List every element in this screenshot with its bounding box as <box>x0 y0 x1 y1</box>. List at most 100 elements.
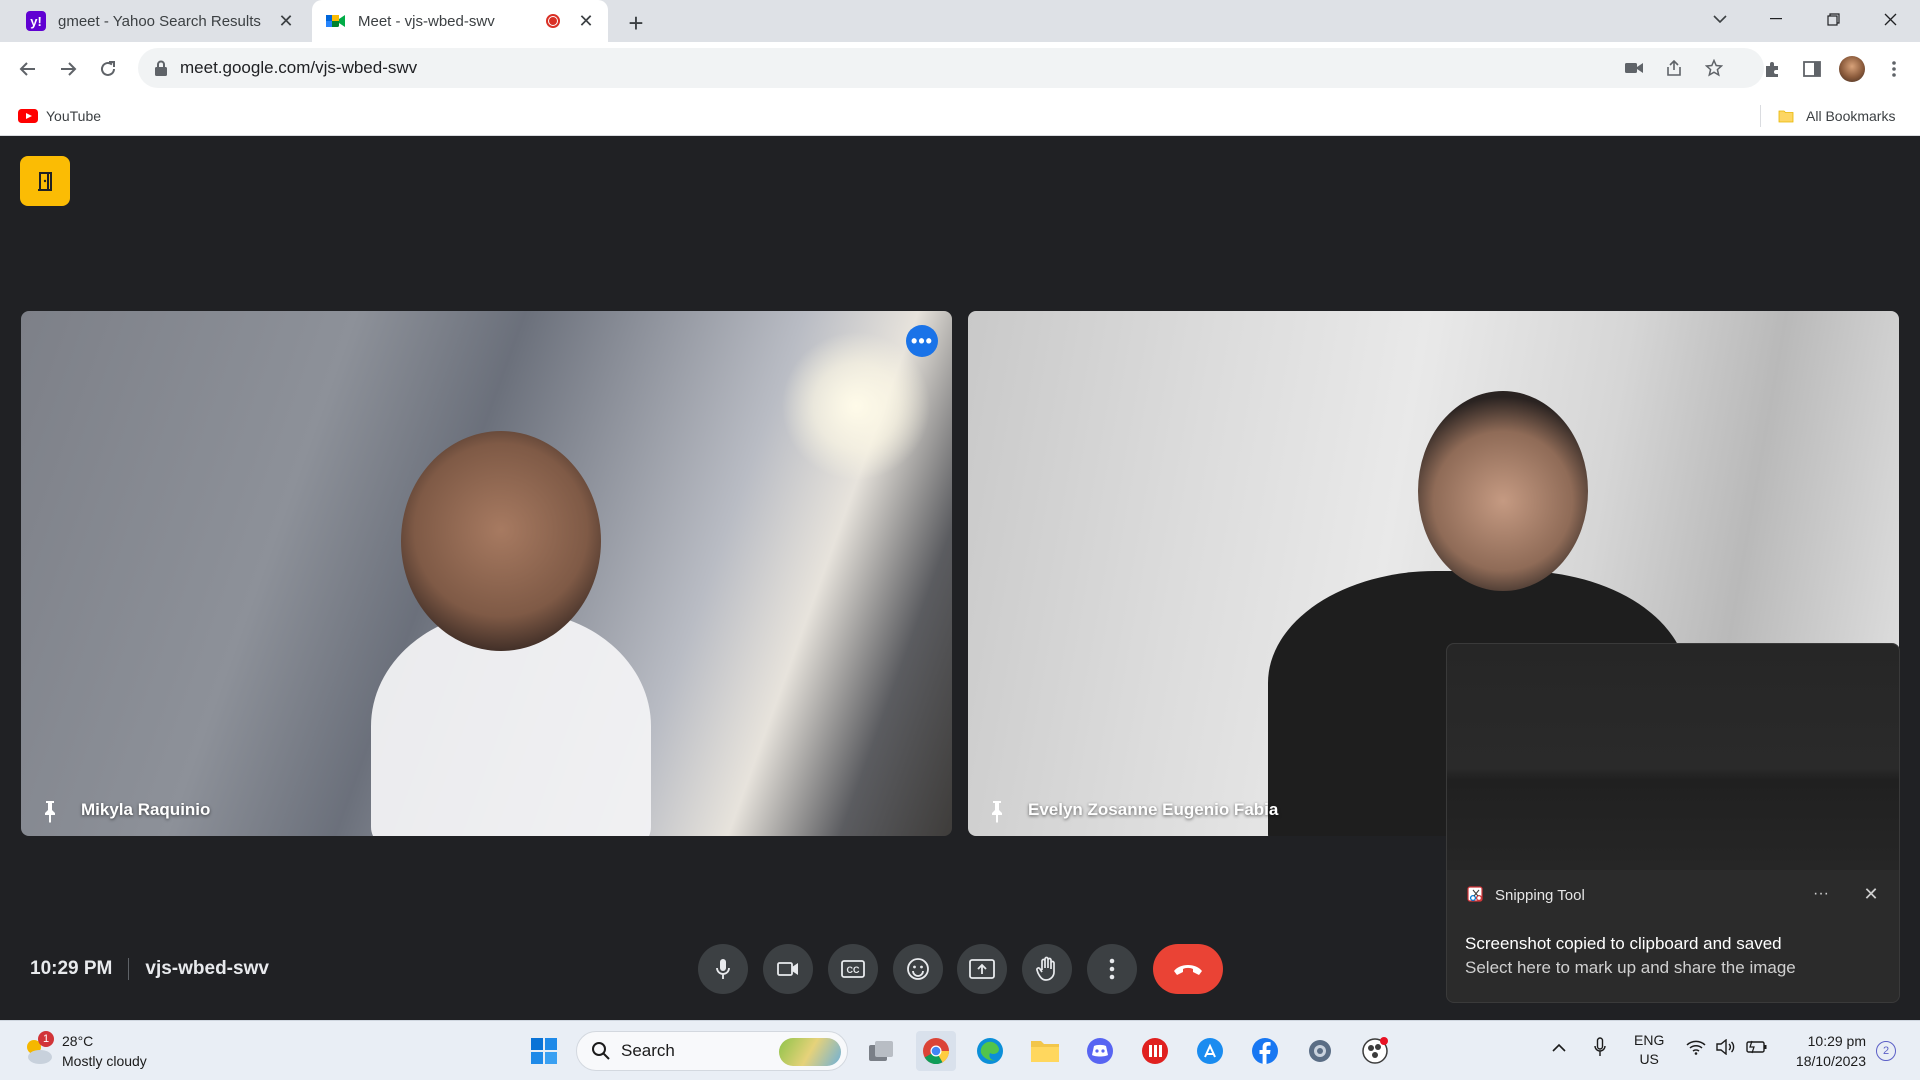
bookmark-label: YouTube <box>46 108 102 124</box>
present-screen-button[interactable] <box>957 944 1007 994</box>
taskbar-search[interactable]: Search <box>576 1031 848 1071</box>
meeting-time: 10:29 PM <box>30 958 113 979</box>
microphone-icon <box>716 959 730 979</box>
more-vert-icon <box>1109 958 1115 980</box>
weather-widget[interactable]: 1 28°C Mostly cloudy <box>22 1031 147 1071</box>
participant-name: Mikyla Raquinio <box>81 800 211 819</box>
captions-button[interactable]: CC <box>828 944 878 994</box>
language-line2: US <box>1639 1051 1659 1067</box>
recording-indicator-icon <box>546 14 560 28</box>
camera-icon <box>777 962 798 976</box>
folder-icon <box>1778 110 1794 123</box>
weather-temperature: 28°C <box>62 1033 94 1049</box>
chrome-icon <box>923 1038 950 1065</box>
back-button[interactable] <box>12 53 44 85</box>
search-highlight-image <box>779 1038 841 1066</box>
search-icon <box>592 1042 610 1060</box>
meeting-code: vjs-wbed-swv <box>145 958 269 979</box>
participant-tile[interactable]: ••• Mikyla Raquinio <box>21 311 952 836</box>
weather-alert-badge: 1 <box>38 1031 54 1047</box>
tab-title: Meet - vjs-wbed-swv <box>358 12 495 30</box>
settings-taskbar-button[interactable] <box>1300 1031 1340 1071</box>
clock-time: 10:29 pm <box>1807 1033 1866 1049</box>
battery-icon[interactable] <box>1746 1040 1768 1057</box>
app-store-icon <box>1197 1038 1223 1064</box>
raise-hand-button[interactable] <box>1022 944 1072 994</box>
tab-search-chevron-icon[interactable] <box>1692 0 1748 38</box>
all-bookmarks-button[interactable]: All Bookmarks <box>1778 104 1895 128</box>
start-button[interactable] <box>524 1031 564 1071</box>
tab-meet[interactable]: Meet - vjs-wbed-swv ✕ <box>312 0 608 42</box>
file-explorer-taskbar-button[interactable] <box>1025 1031 1065 1071</box>
emoji-icon <box>907 958 929 980</box>
wifi-icon[interactable] <box>1686 1039 1706 1058</box>
bookmarks-divider <box>1760 105 1761 127</box>
close-window-button[interactable] <box>1862 0 1918 38</box>
new-tab-button[interactable]: + <box>620 7 652 39</box>
all-bookmarks-label: All Bookmarks <box>1806 108 1896 124</box>
chevron-up-icon <box>1552 1043 1566 1052</box>
facebook-icon <box>1252 1038 1278 1064</box>
meeting-details-button[interactable] <box>20 156 70 206</box>
leave-call-button[interactable] <box>1153 944 1223 994</box>
clock-date: 18/10/2023 <box>1795 1053 1866 1069</box>
browser-toolbar: meet.google.com/vjs-wbed-swv <box>0 42 1920 96</box>
windows-logo-icon <box>531 1038 557 1064</box>
extensions-icon[interactable] <box>1756 53 1788 85</box>
bookmark-youtube[interactable]: YouTube <box>18 104 101 128</box>
participant-video <box>1418 391 1588 591</box>
profile-avatar[interactable] <box>1836 53 1868 85</box>
close-tab-icon[interactable]: ✕ <box>574 9 598 33</box>
meeting-info: 10:29 PM vjs-wbed-swv <box>30 958 269 980</box>
forward-button[interactable] <box>52 53 84 85</box>
address-bar[interactable]: meet.google.com/vjs-wbed-swv <box>138 48 1764 88</box>
lock-icon[interactable] <box>154 60 168 76</box>
discord-taskbar-button[interactable] <box>1080 1031 1120 1071</box>
screenshot-preview[interactable] <box>1447 644 1899 870</box>
microphone-in-use-icon[interactable] <box>1594 1037 1606 1060</box>
tab-yahoo-search[interactable]: y! gmeet - Yahoo Search Results ✕ <box>12 0 308 42</box>
share-icon[interactable] <box>1658 52 1690 84</box>
obs-taskbar-button[interactable] <box>1355 1031 1395 1071</box>
task-view-icon <box>869 1041 893 1061</box>
app-store-taskbar-button[interactable] <box>1190 1031 1230 1071</box>
svg-text:CC: CC <box>847 965 860 975</box>
microphone-button[interactable] <box>698 944 748 994</box>
reactions-button[interactable] <box>893 944 943 994</box>
facebook-taskbar-button[interactable] <box>1245 1031 1285 1071</box>
search-label: Search <box>621 1041 675 1060</box>
chrome-menu-icon[interactable] <box>1878 53 1910 85</box>
more-options-button[interactable]: ••• <box>906 325 938 357</box>
restore-button[interactable] <box>1805 0 1861 38</box>
app-taskbar-button[interactable] <box>1135 1031 1175 1071</box>
hand-icon <box>1036 956 1055 981</box>
pin-icon[interactable] <box>37 798 63 824</box>
url-text[interactable]: meet.google.com/vjs-wbed-swv <box>180 58 417 78</box>
language-indicator[interactable]: ENG US <box>1634 1031 1664 1069</box>
red-app-icon <box>1142 1038 1168 1064</box>
close-tab-icon[interactable]: ✕ <box>274 9 298 33</box>
door-icon <box>38 172 52 191</box>
more-options-button[interactable] <box>1087 944 1137 994</box>
chrome-taskbar-button[interactable] <box>916 1031 956 1071</box>
notification-center-badge[interactable]: 2 <box>1876 1041 1896 1061</box>
minimize-button[interactable] <box>1748 0 1804 38</box>
reload-button[interactable] <box>92 53 124 85</box>
bookmark-star-icon[interactable] <box>1698 52 1730 84</box>
bookmarks-bar: YouTube All Bookmarks <box>0 96 1920 136</box>
notification-app-name: Snipping Tool <box>1495 886 1585 904</box>
side-panel-icon[interactable] <box>1796 53 1828 85</box>
notification-close-button[interactable]: ✕ <box>1857 882 1885 906</box>
meet-favicon-icon <box>326 11 346 31</box>
clock[interactable]: 10:29 pm 18/10/2023 <box>1786 1031 1866 1071</box>
show-hidden-icons-chevron[interactable] <box>1552 1039 1566 1055</box>
camera-button[interactable] <box>763 944 813 994</box>
edge-taskbar-button[interactable] <box>970 1031 1010 1071</box>
volume-icon[interactable] <box>1716 1038 1736 1058</box>
task-view-button[interactable] <box>861 1031 901 1071</box>
snipping-tool-notification[interactable]: Snipping Tool ··· ✕ Screenshot copied to… <box>1446 643 1900 1003</box>
pin-icon[interactable] <box>984 798 1010 824</box>
notification-more-button[interactable]: ··· <box>1807 882 1835 906</box>
notification-app-header: Snipping Tool <box>1467 886 1585 904</box>
camera-in-use-icon[interactable] <box>1618 52 1650 84</box>
